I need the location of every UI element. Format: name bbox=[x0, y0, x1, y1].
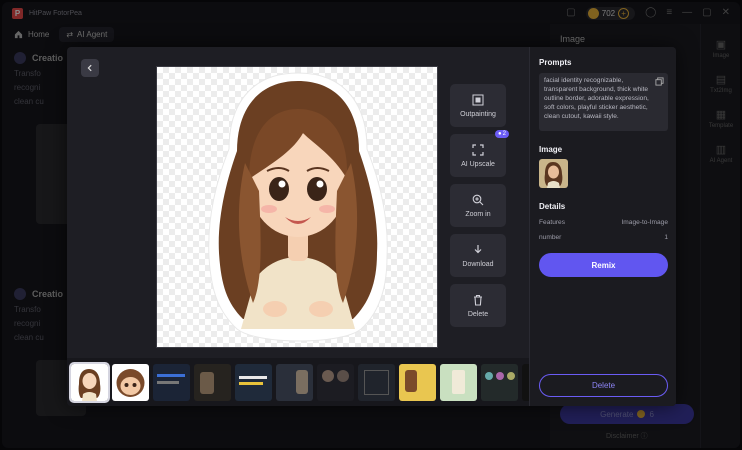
back-button[interactable] bbox=[81, 59, 99, 77]
chevron-left-icon bbox=[87, 64, 92, 72]
details-heading: Details bbox=[539, 202, 566, 211]
upscale-count-badge: ● 2 bbox=[495, 130, 509, 138]
source-image bbox=[544, 162, 563, 188]
zoom-in-icon bbox=[472, 194, 484, 205]
thumbnail[interactable] bbox=[481, 363, 518, 401]
thumbnail[interactable] bbox=[276, 363, 313, 401]
details-panel: Prompts facial identity recognizable, tr… bbox=[529, 47, 676, 406]
prompts-heading: Prompts bbox=[539, 58, 572, 67]
outpainting-button[interactable]: Outpainting bbox=[450, 84, 506, 127]
chat-icon: ● bbox=[498, 131, 502, 137]
tool-column: Outpainting ● 2 AI Upscale Zoom in Downl… bbox=[450, 84, 509, 334]
thumbnail[interactable] bbox=[522, 363, 529, 401]
thumbnail-image bbox=[78, 368, 101, 401]
remix-button[interactable]: Remix bbox=[539, 253, 668, 277]
sticker-image bbox=[208, 72, 388, 342]
prompt-text: facial identity recognizable, transparen… bbox=[544, 77, 649, 120]
delete-tool-button[interactable]: Delete bbox=[450, 284, 506, 327]
thumbnail[interactable] bbox=[440, 363, 477, 401]
image-canvas[interactable] bbox=[156, 66, 438, 348]
thumbnail[interactable] bbox=[235, 363, 272, 401]
prompt-text-box[interactable]: facial identity recognizable, transparen… bbox=[539, 73, 668, 131]
upscale-icon bbox=[472, 143, 484, 156]
zoom-in-button[interactable]: Zoom in bbox=[450, 184, 506, 227]
thumbnail[interactable] bbox=[194, 363, 231, 401]
ai-upscale-button[interactable]: ● 2 AI Upscale bbox=[450, 130, 509, 177]
thumbnail[interactable] bbox=[317, 363, 354, 401]
copy-icon[interactable] bbox=[655, 77, 664, 86]
download-button[interactable]: Download bbox=[450, 234, 506, 277]
thumbnail[interactable] bbox=[112, 363, 149, 401]
outpaint-icon bbox=[472, 94, 484, 105]
trash-icon bbox=[474, 294, 482, 306]
image-heading: Image bbox=[539, 145, 563, 154]
thumbnail[interactable] bbox=[399, 363, 436, 401]
delete-button[interactable]: Delete bbox=[539, 374, 668, 397]
thumbnail[interactable] bbox=[358, 363, 395, 401]
image-viewer-modal: Outpainting ● 2 AI Upscale Zoom in Downl… bbox=[67, 47, 676, 406]
thumbnail-image bbox=[116, 368, 145, 397]
download-icon bbox=[474, 244, 482, 253]
source-image-thumbnail[interactable] bbox=[539, 159, 568, 188]
thumbnail[interactable] bbox=[69, 361, 110, 403]
thumbnail[interactable] bbox=[153, 363, 190, 401]
detail-row-number: number 1 bbox=[539, 234, 668, 241]
detail-row-features: Features Image-to-Image bbox=[539, 219, 668, 226]
thumbnail-strip bbox=[67, 358, 529, 406]
